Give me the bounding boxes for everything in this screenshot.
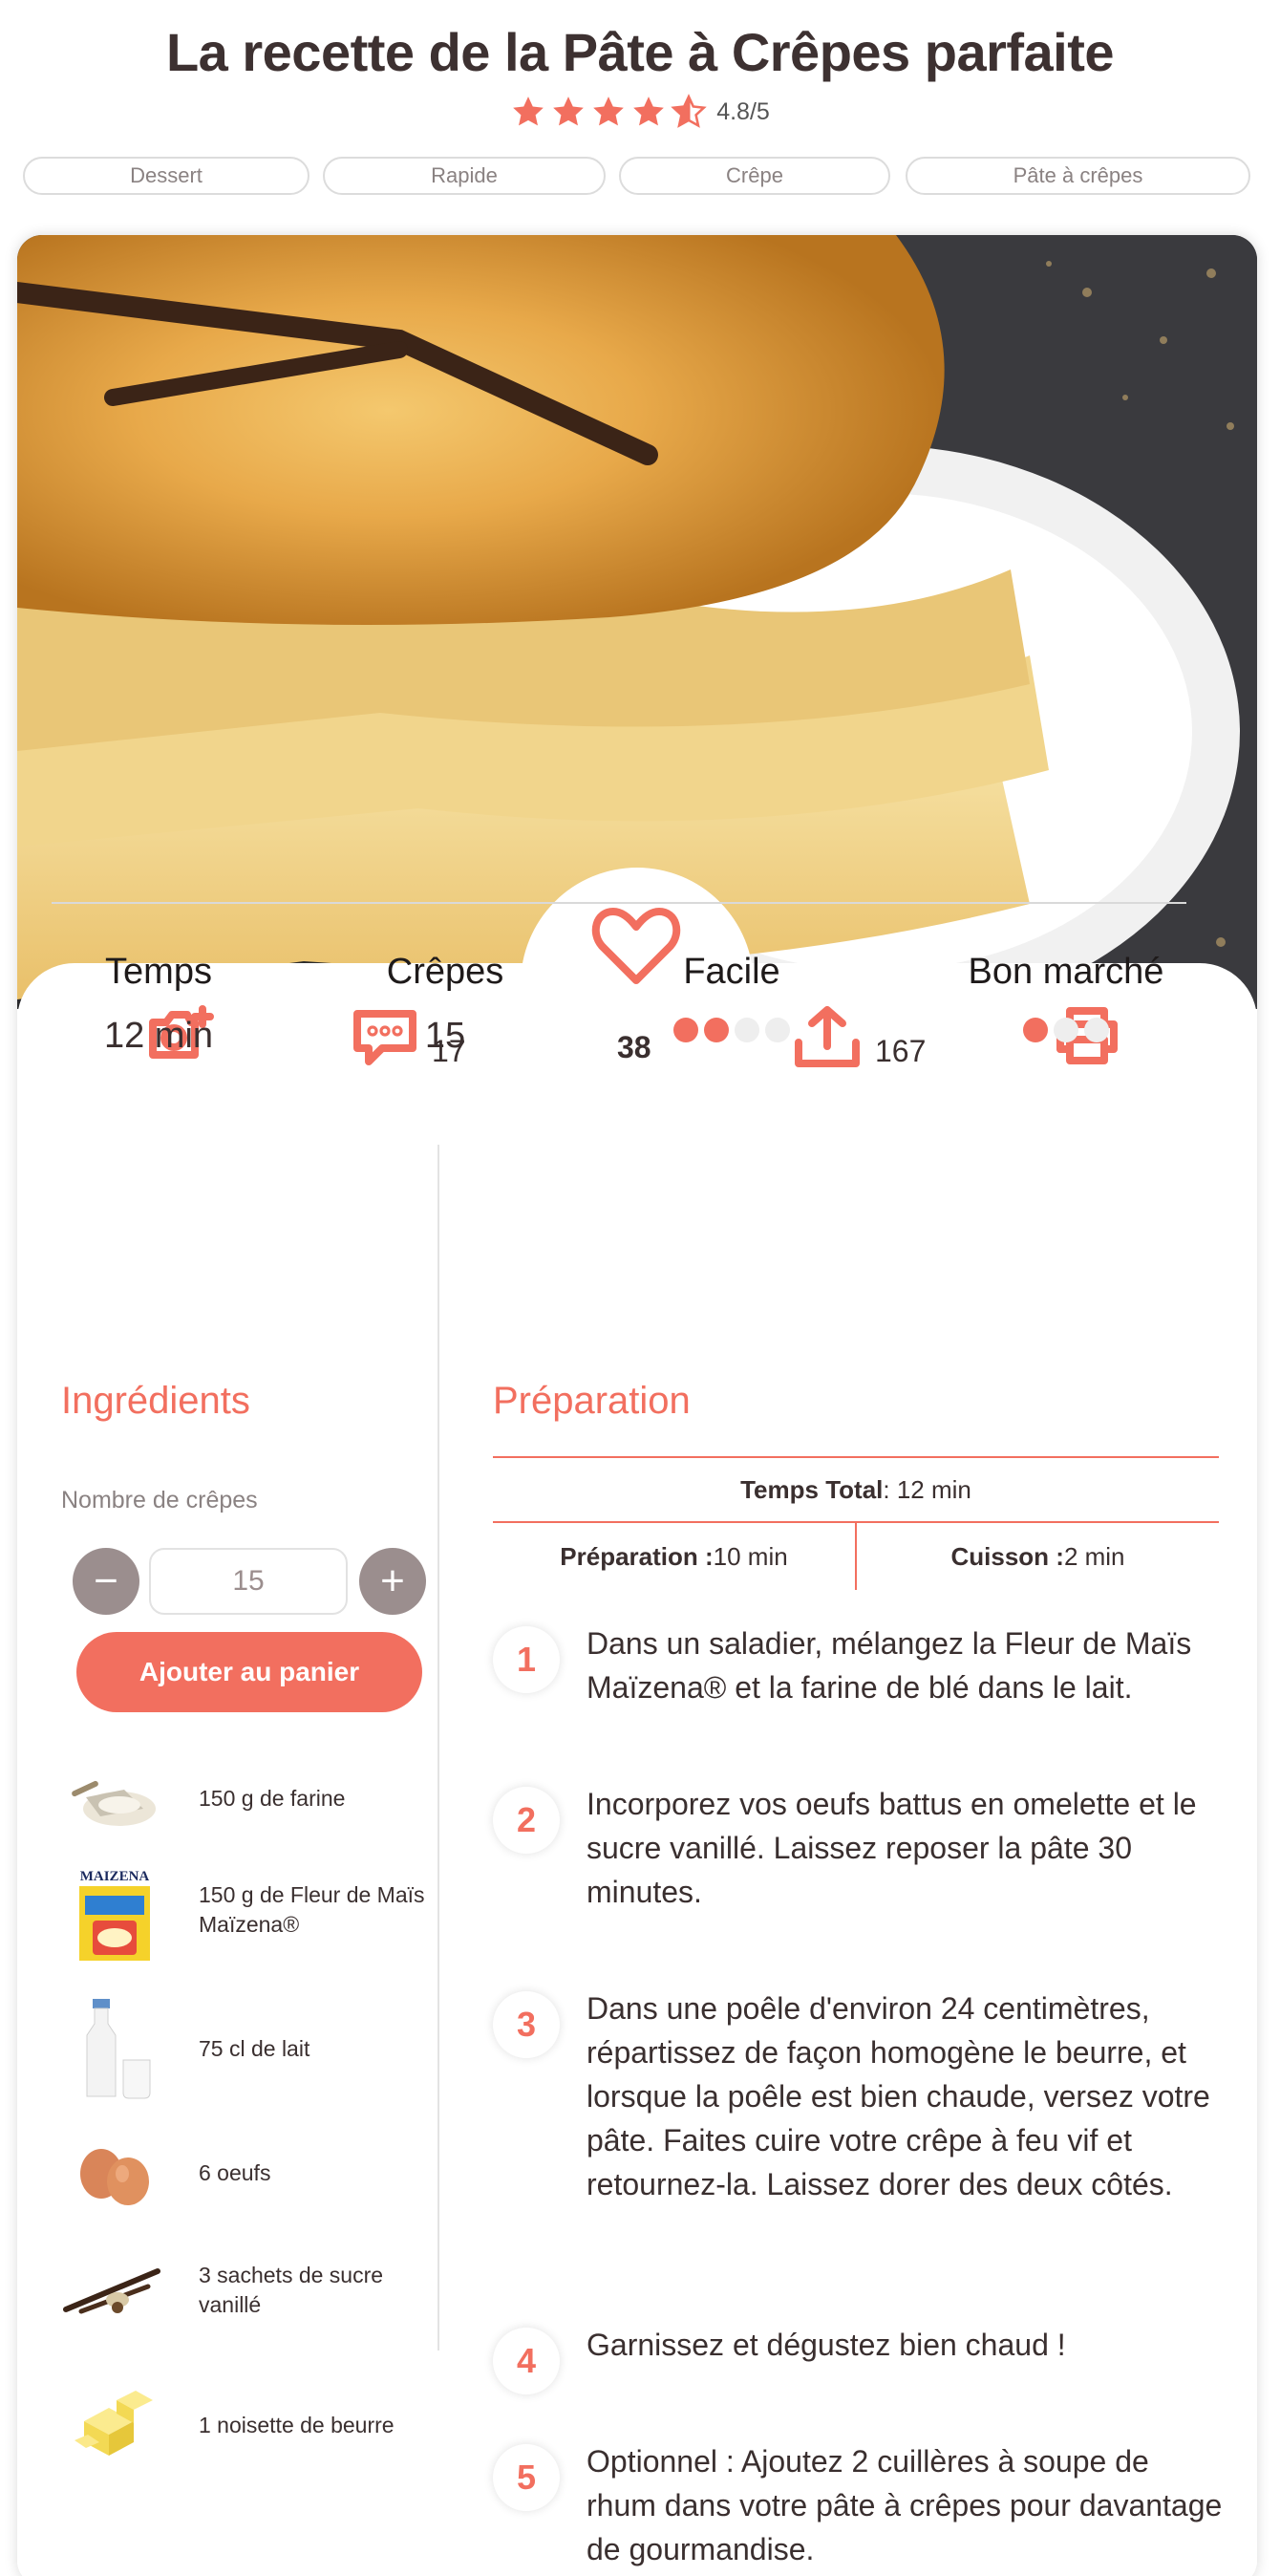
step-text: Incorporez vos oeufs battus en omelette … [587, 1787, 1197, 1909]
time-breakdown-row: Préparation : 10 min Cuisson : 2 min [493, 1523, 1219, 1590]
level-dot [1054, 1018, 1078, 1042]
rating: 4.8/5 [0, 94, 1280, 130]
prep-time-label: Préparation : [560, 1541, 714, 1571]
cook-time-cell: Cuisson : 2 min [857, 1523, 1219, 1590]
cook-time-value: 2 min [1063, 1541, 1125, 1571]
step-item: 5 Optionnel : Ajoutez 2 cuillères à soup… [493, 2444, 1228, 2571]
step-number: 2 [493, 1787, 560, 1854]
step-text: Dans un saladier, mélangez la Fleur de M… [587, 1626, 1192, 1705]
ingredient-text: 3 sachets de sucre vanillé [199, 2262, 384, 2317]
ingredient-item: 3 sachets de sucre vanillé [61, 2238, 462, 2343]
stat-value: 15 [424, 1016, 466, 1056]
star-icon [593, 97, 625, 126]
tag[interactable]: Pâte à crêpes [906, 157, 1250, 195]
ingredient-text: 75 cl de lait [199, 2036, 310, 2062]
tag[interactable]: Dessert [23, 157, 309, 195]
increase-button[interactable]: + [359, 1548, 426, 1615]
total-time-label: Temps Total [740, 1474, 884, 1504]
ingredient-item: MAIZENA 150 g de Fleur de Maïs Maïzena® [61, 1857, 462, 1963]
tag-list: Dessert Rapide Crêpe Pâte à crêpes [23, 157, 1250, 195]
tag[interactable]: Rapide [323, 157, 606, 195]
ingredient-item: 150 g de farine [61, 1747, 462, 1852]
cook-time-label: Cuisson : [950, 1541, 1064, 1571]
stat-label: Facile [683, 952, 780, 992]
servings-input[interactable]: 15 [149, 1548, 348, 1615]
rating-score: 4.8/5 [716, 97, 770, 125]
ingredient-item: 75 cl de lait [61, 1997, 462, 2102]
shares-count: 167 [875, 1034, 927, 1068]
stat-time: Temps 12 min [15, 952, 302, 1057]
eggs-icon [61, 2121, 168, 2226]
level-dot [735, 1018, 759, 1042]
ingredient-text: 150 g de farine [199, 1786, 346, 1812]
step-item: 4 Garnissez et dégustez bien chaud ! [493, 2328, 1228, 2394]
difficulty-dots [588, 1018, 875, 1042]
prep-time-cell: Préparation : 10 min [493, 1523, 857, 1590]
level-dot [673, 1018, 698, 1042]
add-to-cart-button[interactable]: Ajouter au panier [76, 1632, 422, 1712]
page-title: La recette de la Pâte à Crêpes parfaite [165, 22, 1115, 82]
stat-label: Bon marché [968, 952, 1164, 992]
milk-bottle-icon [61, 1997, 168, 2102]
cost-dots [923, 1018, 1209, 1042]
servings-label: Nombre de crêpes [61, 1487, 258, 1513]
stat-label: Crêpes [386, 952, 504, 992]
star-icon [553, 97, 585, 126]
stat-yield: Crêpes 15 [302, 952, 588, 1057]
level-dot [1084, 1018, 1109, 1042]
ingredient-item: 6 oeufs [61, 2121, 462, 2226]
stat-difficulty: Facile [588, 952, 875, 1042]
level-dot [704, 1018, 729, 1042]
flour-scoop-icon [61, 1747, 168, 1852]
level-dot [765, 1018, 790, 1042]
ingredient-text: 150 g de Fleur de Maïs Maïzena® [199, 1881, 425, 1937]
vanilla-sugar-icon [61, 2238, 168, 2343]
stat-label: Temps [105, 952, 212, 992]
step-number: 5 [493, 2444, 560, 2511]
total-time-value: : 12 min [883, 1474, 971, 1504]
stat-cost: Bon marché [923, 952, 1209, 1042]
star-half-icon [671, 94, 707, 128]
decrease-button[interactable]: − [73, 1548, 139, 1615]
divider [52, 902, 1186, 904]
step-item: 1 Dans un saladier, mélangez la Fleur de… [493, 1626, 1228, 1709]
star-icon [513, 97, 544, 126]
timing-table: Temps Total : 12 min Préparation : 10 mi… [493, 1456, 1219, 1590]
svg-text:MAIZENA: MAIZENA [80, 1869, 150, 1884]
step-item: 2 Incorporez vos oeufs battus en omelett… [493, 1787, 1228, 1914]
stat-value: 12 min [103, 1016, 214, 1056]
preparation-title: Préparation [493, 1380, 691, 1422]
step-item: 3 Dans une poêle d'environ 24 centimètre… [493, 1991, 1228, 2206]
tag[interactable]: Crêpe [619, 157, 890, 195]
step-number: 3 [493, 1991, 560, 2058]
step-number: 1 [493, 1626, 560, 1693]
total-time-row: Temps Total : 12 min [493, 1456, 1219, 1523]
maizena-box-icon: MAIZENA [61, 1857, 168, 1963]
step-text: Optionnel : Ajoutez 2 cuillères à soupe … [587, 2444, 1223, 2566]
step-number: 4 [493, 2328, 560, 2394]
level-dot [1023, 1018, 1048, 1042]
ingredient-text: 6 oeufs [199, 2160, 271, 2186]
ingredient-item: 1 noisette de beurre [61, 2373, 462, 2479]
step-text: Garnissez et dégustez bien chaud ! [587, 2328, 1066, 2362]
ingredient-text: 1 noisette de beurre [199, 2413, 395, 2438]
ingredients-title: Ingrédients [61, 1380, 250, 1422]
star-icon [633, 97, 665, 126]
step-text: Dans une poêle d'environ 24 centimètres,… [587, 1991, 1210, 2201]
butter-icon [61, 2373, 168, 2479]
prep-time-value: 10 min [713, 1541, 788, 1571]
